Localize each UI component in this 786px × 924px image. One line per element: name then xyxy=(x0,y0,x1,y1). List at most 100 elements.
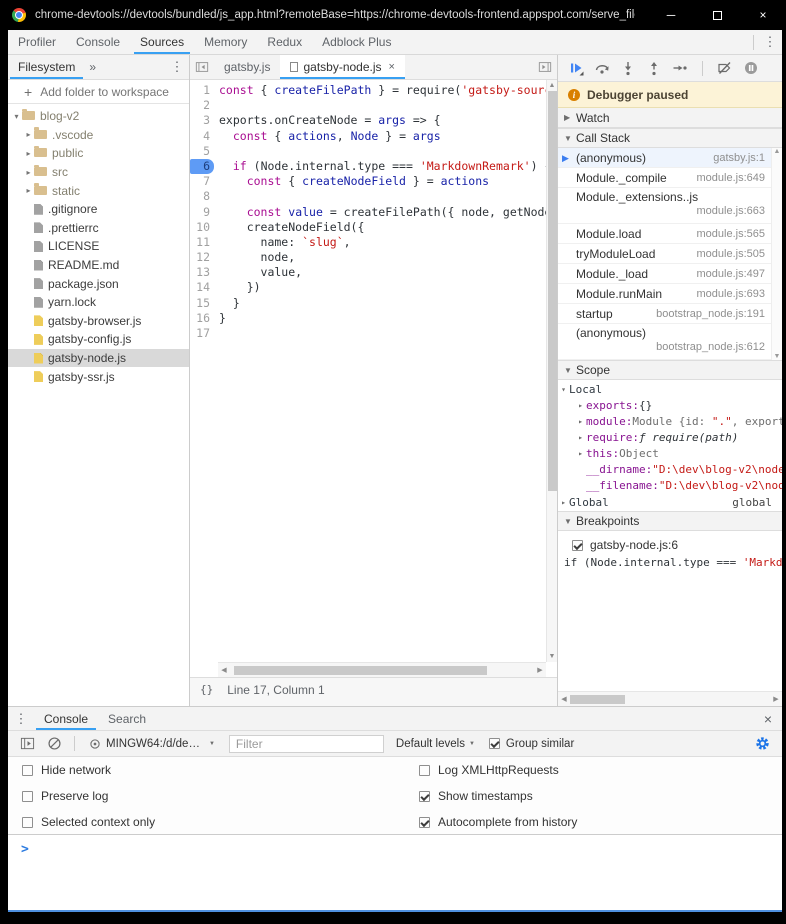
setting-show-timestamps[interactable]: Show timestamps xyxy=(405,783,577,809)
checkbox-hide-network[interactable] xyxy=(22,765,33,776)
tree-item-prettierrc[interactable]: .prettierrc xyxy=(8,219,189,238)
add-folder-button[interactable]: + Add folder to workspace xyxy=(8,80,189,104)
scope-variable-this[interactable]: ▸this: Object xyxy=(558,446,782,462)
scope-variable-exports[interactable]: ▸exports: {} xyxy=(558,398,782,414)
close-tab-icon[interactable]: × xyxy=(389,61,395,73)
pretty-print-icon[interactable]: {} xyxy=(200,683,213,696)
scope-variable-module[interactable]: ▸module: Module {id: ".", exports: xyxy=(558,414,782,430)
filter-input[interactable] xyxy=(229,735,384,753)
call-stack-scrollbar[interactable]: ▲ ▼ xyxy=(771,148,782,360)
editor-tab-gatsby-js[interactable]: gatsby.js xyxy=(214,55,280,79)
group-similar-setting[interactable]: Group similar xyxy=(489,738,574,750)
scroll-down-icon[interactable]: ▼ xyxy=(549,651,556,662)
code-line-9[interactable]: 9 const value = createFilePath({ node, g… xyxy=(190,205,546,220)
step-into-icon[interactable] xyxy=(620,60,636,76)
call-stack-frame[interactable]: startupbootstrap_node.js:191 xyxy=(558,304,771,324)
scope-variable-dirname[interactable]: __dirname: "D:\dev\blog-v2\node_mo xyxy=(558,462,782,478)
more-editor-tabs-icon[interactable] xyxy=(533,55,557,79)
execution-context-selector[interactable]: MINGW64:/d/de… ▼ xyxy=(89,738,215,750)
scrollbar-thumb[interactable] xyxy=(234,666,487,675)
editor-tab-gatsby-node-js[interactable]: gatsby-node.js× xyxy=(280,55,404,79)
more-tabs-icon[interactable]: » xyxy=(85,60,100,74)
tab-sources[interactable]: Sources xyxy=(130,30,194,54)
code-line-7[interactable]: 7 const { createNodeField } = actions xyxy=(190,174,546,189)
close-drawer-icon[interactable]: × xyxy=(754,707,782,730)
line-number[interactable]: 15 xyxy=(190,296,214,311)
call-stack-frame[interactable]: Module._extensions..jsmodule.js:663 xyxy=(558,188,771,224)
call-stack-frame[interactable]: Module._compilemodule.js:649 xyxy=(558,168,771,188)
code-line-11[interactable]: 11 name: `slug`, xyxy=(190,235,546,250)
call-stack-frame[interactable]: ▶(anonymous)gatsby.js:1 xyxy=(558,148,771,168)
watch-section-header[interactable]: ▶ Watch xyxy=(558,108,782,128)
scope-section-header[interactable]: ▼ Scope xyxy=(558,360,782,380)
code-line-16[interactable]: 16} xyxy=(190,311,546,326)
call-stack-frame[interactable]: Module.runMainmodule.js:693 xyxy=(558,284,771,304)
tree-item-readme-md[interactable]: README.md xyxy=(8,256,189,275)
scrollbar-thumb[interactable] xyxy=(548,91,557,491)
line-number[interactable]: 8 xyxy=(190,189,214,204)
line-number[interactable]: 3 xyxy=(190,113,214,128)
main-menu-kebab-icon[interactable]: ⋮ xyxy=(758,34,782,50)
editor-horizontal-scrollbar[interactable]: ◀ ▶ xyxy=(218,662,546,677)
maximize-button[interactable] xyxy=(694,0,740,30)
line-number[interactable]: 5 xyxy=(190,144,214,159)
sidebar-horizontal-scrollbar[interactable]: ◀ ▶ xyxy=(558,691,782,706)
code-line-15[interactable]: 15 } xyxy=(190,296,546,311)
code-line-3[interactable]: 3exports.onCreateNode = args => { xyxy=(190,113,546,128)
tree-item-gatsby-node-js[interactable]: gatsby-node.js xyxy=(8,349,189,368)
line-number[interactable]: 12 xyxy=(190,250,214,265)
tree-item-yarn-lock[interactable]: yarn.lock xyxy=(8,293,189,312)
pause-on-exceptions-icon[interactable] xyxy=(743,60,759,76)
tree-item-public[interactable]: ▸public xyxy=(8,144,189,163)
tree-item-package-json[interactable]: package.json xyxy=(8,274,189,293)
tree-item-gatsby-browser-js[interactable]: gatsby-browser.js xyxy=(8,312,189,331)
call-stack-frame[interactable]: tryModuleLoadmodule.js:505 xyxy=(558,244,771,264)
tab-redux[interactable]: Redux xyxy=(257,30,312,54)
scroll-up-icon[interactable]: ▲ xyxy=(774,148,781,155)
editor-vertical-scrollbar[interactable]: ▲ ▼ xyxy=(546,80,557,662)
scroll-left-icon[interactable]: ◀ xyxy=(218,666,230,674)
scroll-down-icon[interactable]: ▼ xyxy=(774,353,781,360)
code-line-14[interactable]: 14 }) xyxy=(190,280,546,295)
line-number[interactable]: 9 xyxy=(190,205,214,220)
code-line-8[interactable]: 8 xyxy=(190,189,546,204)
line-number[interactable]: 11 xyxy=(190,235,214,250)
resume-script-icon[interactable] xyxy=(568,60,584,76)
navigator-kebab-icon[interactable]: ⋮ xyxy=(165,59,189,75)
tree-item-src[interactable]: ▸src xyxy=(8,163,189,182)
tab-console[interactable]: Console xyxy=(66,30,130,54)
code-line-5[interactable]: 5 xyxy=(190,144,546,159)
scope-variable-filename[interactable]: __filename: "D:\dev\blog-v2\node_r xyxy=(558,478,782,494)
line-number[interactable]: 13 xyxy=(190,265,214,280)
log-levels-dropdown[interactable]: Default levels ▼ xyxy=(396,738,475,750)
code-line-12[interactable]: 12 node, xyxy=(190,250,546,265)
setting-preserve-log[interactable]: Preserve log xyxy=(8,783,155,809)
tab-search[interactable]: Search xyxy=(98,707,156,730)
scrollbar-thumb[interactable] xyxy=(570,695,625,704)
console-settings-gear-icon[interactable] xyxy=(755,736,770,751)
line-number[interactable]: 14 xyxy=(190,280,214,295)
scope-global-header[interactable]: ▸Globalglobal xyxy=(558,494,782,511)
line-number[interactable]: 7 xyxy=(190,174,214,189)
line-number[interactable]: 17 xyxy=(190,326,214,341)
call-stack-frame[interactable]: (anonymous)bootstrap_node.js:612 xyxy=(558,324,771,360)
code-line-10[interactable]: 10 createNodeField({ xyxy=(190,220,546,235)
scroll-left-icon[interactable]: ◀ xyxy=(558,695,570,703)
tab-adblock-plus[interactable]: Adblock Plus xyxy=(312,30,401,54)
tree-item-gatsby-config-js[interactable]: gatsby-config.js xyxy=(8,330,189,349)
checkbox-selected-context-only[interactable] xyxy=(22,817,33,828)
line-number[interactable]: 10 xyxy=(190,220,214,235)
code-line-1[interactable]: 1const { createFilePath } = require('gat… xyxy=(190,83,546,98)
code-line-17[interactable]: 17 xyxy=(190,326,546,341)
tree-item-blog-v2[interactable]: ▾blog-v2 xyxy=(8,107,189,126)
checkbox-show-timestamps[interactable] xyxy=(419,791,430,802)
call-stack-frame[interactable]: Module._loadmodule.js:497 xyxy=(558,264,771,284)
checkbox-autocomplete-from-history[interactable] xyxy=(419,817,430,828)
close-button[interactable]: × xyxy=(740,0,786,30)
breakpoint-entry[interactable]: gatsby-node.js:6 xyxy=(558,536,782,554)
breakpoint-line-number[interactable]: 6 xyxy=(190,159,214,174)
tree-item-license[interactable]: LICENSE xyxy=(8,237,189,256)
console-prompt-chevron[interactable]: > xyxy=(8,835,782,857)
step-icon[interactable] xyxy=(672,60,688,76)
clear-console-icon[interactable] xyxy=(47,736,62,751)
